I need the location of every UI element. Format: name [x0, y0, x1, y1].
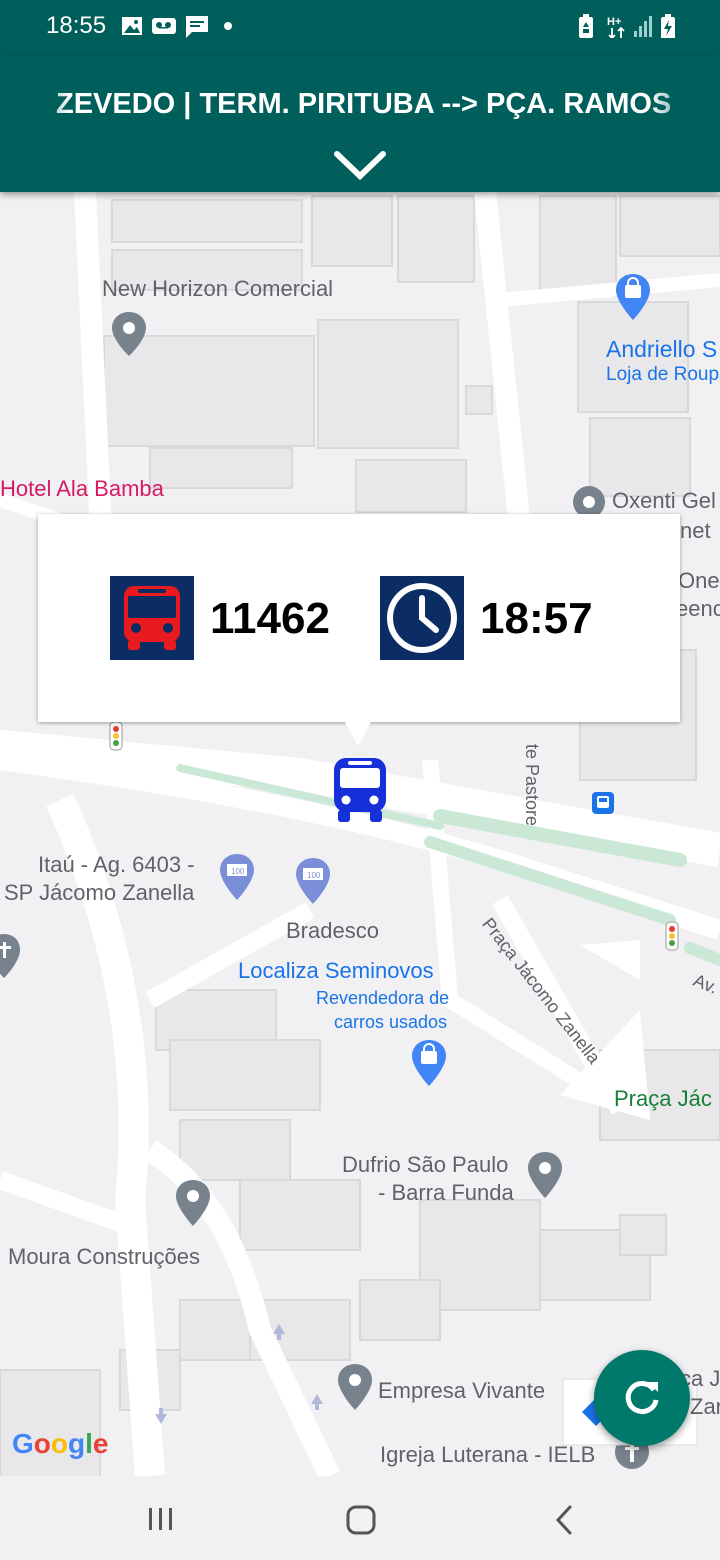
shopping-pin-icon[interactable] — [410, 1038, 448, 1090]
google-logo-text: Google — [12, 1428, 109, 1459]
voicemail-icon — [152, 18, 176, 34]
map-label-dufrio-2: - Barra Funda — [378, 1180, 514, 1205]
google-logo: Google — [12, 1428, 108, 1460]
chevron-down-icon[interactable] — [332, 148, 388, 182]
map-label-localiza-sub-2: carros usados — [334, 1012, 448, 1032]
svg-text:100: 100 — [231, 867, 245, 876]
status-bar: 18:55 H+ — [0, 0, 720, 56]
map-label-one[interactable]: One — [678, 568, 720, 594]
traffic-light-icon — [665, 921, 679, 951]
map-label-localiza[interactable]: Localiza Seminovos — [238, 958, 434, 984]
map-label-itau-1[interactable]: Itaú - Ag. 6403 - — [38, 852, 195, 878]
map-label-moura[interactable]: Moura Construções — [8, 1244, 200, 1270]
clock-icon — [387, 583, 457, 653]
map-label-empresa[interactable]: Empresa Vivante — [378, 1378, 545, 1404]
place-pin-icon[interactable] — [526, 1150, 564, 1202]
traffic-light-icon — [109, 721, 123, 751]
map-label-one-2: eenc — [676, 596, 720, 621]
shopping-pin-icon[interactable] — [614, 272, 652, 324]
svg-text:100: 100 — [307, 871, 321, 880]
bus-tile — [110, 576, 194, 660]
vehicle-id: 11462 — [210, 594, 330, 643]
arrow-down-icon — [155, 1408, 167, 1424]
map-label-andriello-sub: Loja de Roupa — [606, 364, 720, 385]
route-marquee: ZEVEDO | TERM. PIRITUBA --> PÇA. RAMOS — [0, 86, 720, 126]
info-window-pointer — [345, 722, 371, 746]
place-pin-icon[interactable] — [174, 1178, 212, 1230]
bus-marker-icon[interactable] — [328, 754, 392, 826]
system-nav-bar — [0, 1476, 720, 1560]
bus-stop-icon[interactable] — [590, 790, 616, 816]
battery-saver-icon — [579, 14, 593, 38]
arrow-up-icon — [273, 1324, 285, 1340]
place-pin-icon[interactable] — [570, 486, 608, 516]
battery-charging-icon — [661, 14, 675, 38]
route-header: ZEVEDO | TERM. PIRITUBA --> PÇA. RAMOS — [0, 56, 720, 192]
map-label-hotel[interactable]: Hotel Ala Bamba — [0, 476, 164, 502]
map-label-pastore: te Pastore — [522, 744, 542, 827]
map-label-itau-2: SP Jácomo Zanella — [4, 880, 195, 905]
signal-icon — [634, 16, 652, 37]
refresh-button[interactable] — [594, 1350, 690, 1446]
map-label-localiza-sub-1: Revendedora de — [316, 988, 450, 1008]
map-label-igreja[interactable]: Igreja Luterana - IELB — [380, 1442, 595, 1468]
map-label-dufrio-1[interactable]: Dufrio São Paulo — [342, 1152, 508, 1178]
map-label-ca-2: Zan — [690, 1394, 720, 1419]
map-label-new-horizon[interactable]: New Horizon Comercial — [102, 276, 333, 302]
route-title: ZEVEDO | TERM. PIRITUBA --> PÇA. RAMOS — [56, 88, 672, 120]
bank-pin-icon[interactable]: 100 — [218, 852, 256, 904]
map-label-praca-jac[interactable]: Praça Jác — [614, 1086, 712, 1112]
arrival-time: 18:57 — [480, 594, 593, 643]
bank-pin-icon[interactable]: 100 — [294, 856, 332, 908]
church-pin-icon[interactable] — [0, 932, 26, 980]
message-icon — [186, 16, 208, 38]
place-pin-icon[interactable] — [110, 310, 148, 358]
back-icon[interactable] — [552, 1504, 576, 1536]
image-icon — [122, 17, 142, 35]
refresh-icon — [625, 1381, 659, 1415]
map-label-oxenti-2: net — [680, 518, 711, 543]
bus-icon — [124, 586, 180, 650]
network-h-plus-icon: H+ — [607, 16, 625, 38]
status-time: 18:55 — [46, 12, 107, 39]
clock-tile — [380, 576, 464, 660]
dot-icon — [224, 22, 232, 30]
map-label-oxenti[interactable]: Oxenti Gel — [612, 488, 716, 514]
map-view[interactable]: 100 100 New Horizon Comercial Andriello … — [0, 192, 720, 1476]
home-icon[interactable] — [345, 1504, 377, 1536]
map-label-andriello[interactable]: Andriello S — [606, 336, 717, 363]
place-pin-icon[interactable] — [336, 1362, 374, 1414]
map-label-bradesco[interactable]: Bradesco — [286, 918, 379, 944]
svg-text:H+: H+ — [607, 16, 621, 28]
arrow-up-icon — [311, 1394, 323, 1410]
recent-apps-icon[interactable] — [146, 1506, 176, 1532]
vehicle-info-window[interactable]: 11462 18:57 — [38, 514, 680, 722]
